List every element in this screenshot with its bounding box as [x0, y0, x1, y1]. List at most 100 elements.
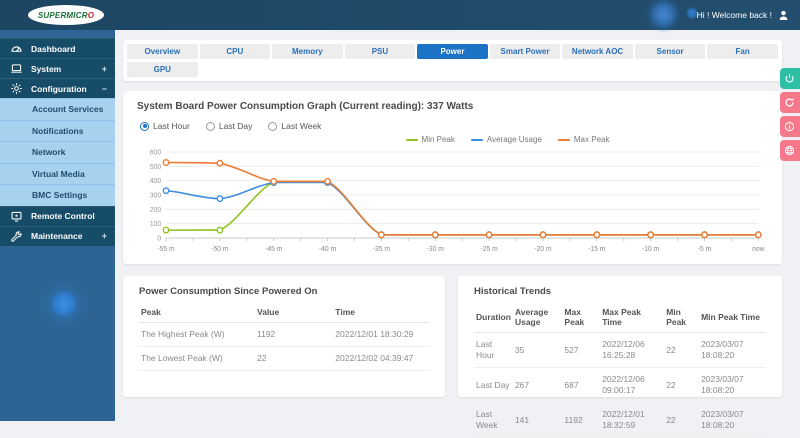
header-decoration-dot	[687, 8, 697, 18]
radio-button-icon[interactable]	[206, 122, 215, 131]
supermicro-logo[interactable]: SUPERMICRO	[28, 5, 104, 25]
tab-memory[interactable]: Memory	[272, 44, 343, 59]
welcome-text: Hi ! Welcome back !	[697, 10, 772, 20]
svg-text:-5 m: -5 m	[698, 246, 712, 253]
main-content: OverviewCPUMemoryPSUPowerSmart PowerNetw…	[115, 30, 800, 421]
column-header: Value	[255, 303, 333, 323]
info-button[interactable]	[780, 116, 800, 137]
legend-item-max-peak[interactable]: Max Peak	[558, 135, 610, 144]
table-header-row: PeakValueTime	[139, 303, 429, 323]
svg-text:500: 500	[150, 164, 161, 171]
table-cell: Last Day	[474, 368, 513, 403]
table-row: Last Day2676872022/12/06 09:00:17222023/…	[474, 368, 766, 403]
tab-row-2: GPU	[127, 62, 778, 77]
table-cell: 1192	[255, 323, 333, 347]
sidebar-item-bmc-settings[interactable]: BMC Settings	[0, 184, 115, 206]
sidebar-item-label: Notifications	[32, 126, 83, 136]
radio-label: Last Day	[219, 121, 253, 131]
legend-color-dash	[406, 139, 418, 141]
app-header: SUPERMICRO Hi ! Welcome back !	[0, 0, 800, 30]
table-cell: Last Hour	[474, 333, 513, 368]
tab-row-1: OverviewCPUMemoryPSUPowerSmart PowerNetw…	[127, 44, 778, 59]
table-row: Last Week14111922022/12/01 18:32:5922202…	[474, 403, 766, 438]
gear-icon	[10, 82, 23, 95]
sidebar-item-system[interactable]: System+	[0, 58, 115, 78]
column-header: Duration	[474, 303, 513, 333]
svg-text:-55 m: -55 m	[157, 246, 175, 253]
svg-text:-25 m: -25 m	[480, 246, 498, 253]
tab-fan[interactable]: Fan	[707, 44, 778, 59]
power-since-title: Power Consumption Since Powered On	[139, 286, 429, 297]
svg-text:100: 100	[150, 221, 161, 228]
bottom-row: Power Consumption Since Powered On PeakV…	[123, 276, 782, 397]
tab-gpu[interactable]: GPU	[127, 62, 198, 77]
table-row: The Lowest Peak (W)222022/12/02 04:39:47	[139, 347, 429, 371]
power-button[interactable]	[780, 68, 800, 89]
sidebar-item-remote-control[interactable]: Remote Control	[0, 206, 115, 226]
table-cell: The Highest Peak (W)	[139, 323, 255, 347]
legend-color-dash	[558, 139, 570, 141]
power-icon	[784, 73, 795, 84]
tab-power[interactable]: Power	[417, 44, 488, 59]
sidebar-item-label: Configuration	[31, 84, 87, 94]
table-cell: The Lowest Peak (W)	[139, 347, 255, 371]
sidebar-item-account-services[interactable]: Account Services	[0, 98, 115, 120]
svg-text:200: 200	[150, 207, 161, 214]
legend-item-average-usage[interactable]: Average Usage	[471, 135, 542, 144]
table-cell: 22	[664, 333, 699, 368]
radio-last-day[interactable]: Last Day	[206, 121, 253, 131]
table-cell: 2022/12/02 04:39:47	[333, 347, 429, 371]
tab-sensor[interactable]: Sensor	[635, 44, 706, 59]
table-cell: 2022/12/01 18:30:29	[333, 323, 429, 347]
sidebar-item-label: Virtual Media	[32, 169, 85, 179]
svg-text:-20 m: -20 m	[534, 246, 552, 253]
tab-overview[interactable]: Overview	[127, 44, 198, 59]
tab-smart-power[interactable]: Smart Power	[490, 44, 561, 59]
svg-text:-45 m: -45 m	[265, 246, 283, 253]
table-cell: 2023/03/07 18:08:20	[699, 368, 766, 403]
header-decoration-circle	[650, 1, 677, 28]
table-cell: 2022/12/06 16:25:28	[600, 333, 664, 368]
sidebar-item-network[interactable]: Network	[0, 141, 115, 163]
sidebar-item-configuration[interactable]: Configuration −	[0, 78, 115, 98]
sidebar-item-notifications[interactable]: Notifications	[0, 120, 115, 142]
expand-icon: +	[102, 231, 107, 241]
tab-psu[interactable]: PSU	[345, 44, 416, 59]
table-row: The Highest Peak (W)11922022/12/01 18:30…	[139, 323, 429, 347]
svg-text:0: 0	[157, 235, 161, 242]
radio-label: Last Hour	[153, 121, 190, 131]
sidebar-item-label: Network	[32, 147, 66, 157]
expand-icon: −	[102, 84, 107, 94]
sidebar-item-label: Maintenance	[31, 231, 83, 241]
sidebar-item-dashboard[interactable]: Dashboard	[0, 38, 115, 58]
refresh-button[interactable]	[780, 92, 800, 113]
radio-last-week[interactable]: Last Week	[268, 121, 321, 131]
power-since-table: PeakValueTime The Highest Peak (W)119220…	[139, 303, 429, 371]
sidebar-item-maintenance[interactable]: Maintenance +	[0, 226, 115, 246]
table-cell: 35	[513, 333, 562, 368]
user-icon[interactable]	[777, 9, 790, 22]
column-header: Max Peak Time	[600, 303, 664, 333]
column-header: Max Peak	[562, 303, 600, 333]
sidebar-menu: DashboardSystem+ Configuration − Account Se…	[0, 38, 115, 246]
table-header-row: DurationAverage UsageMax PeakMax Peak Ti…	[474, 303, 766, 333]
radio-button-icon[interactable]	[268, 122, 277, 131]
table-cell: 267	[513, 368, 562, 403]
legend-item-min-peak[interactable]: Min Peak	[406, 135, 455, 144]
radio-last-hour[interactable]: Last Hour	[140, 121, 190, 131]
legend-color-dash	[471, 139, 483, 141]
sidebar-item-label: Account Services	[32, 104, 103, 114]
power-since-card: Power Consumption Since Powered On PeakV…	[123, 276, 445, 397]
tab-cpu[interactable]: CPU	[200, 44, 271, 59]
sidebar-item-virtual-media[interactable]: Virtual Media	[0, 163, 115, 185]
svg-text:300: 300	[150, 192, 161, 199]
svg-text:-15 m: -15 m	[588, 246, 606, 253]
tab-bar: OverviewCPUMemoryPSUPowerSmart PowerNetw…	[123, 40, 782, 81]
radio-button-icon[interactable]	[140, 122, 149, 131]
table-cell: 527	[562, 333, 600, 368]
globe-button[interactable]	[780, 140, 800, 161]
sidebar-decoration-circle	[52, 292, 76, 316]
legend-label: Average Usage	[487, 135, 542, 144]
tab-network-aoc[interactable]: Network AOC	[562, 44, 633, 59]
historical-trends-table: DurationAverage UsageMax PeakMax Peak Ti…	[474, 303, 766, 438]
